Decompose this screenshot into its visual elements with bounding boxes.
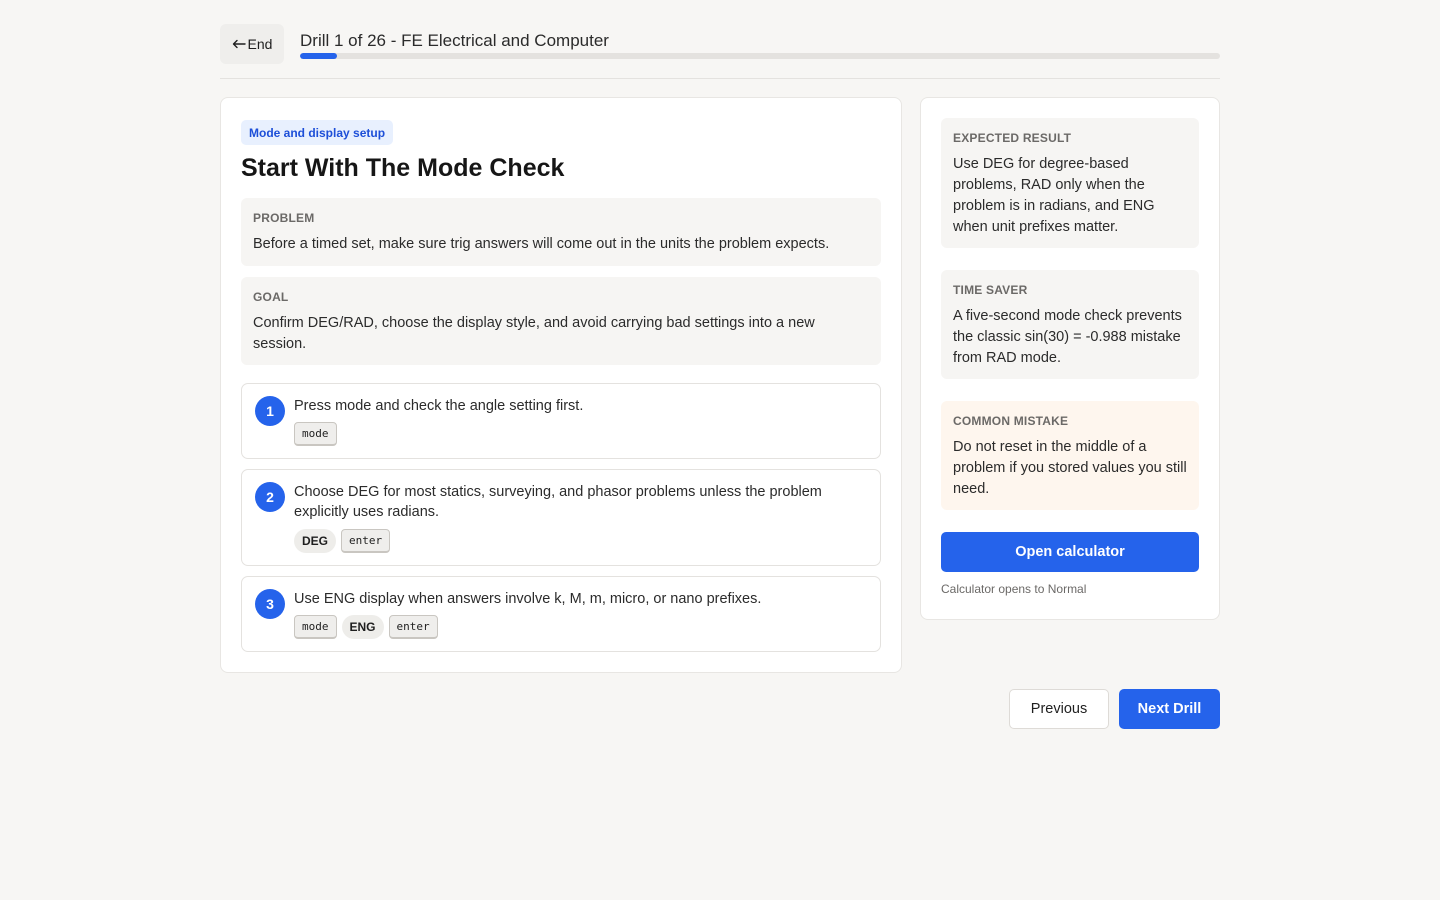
step-keys: mode bbox=[294, 422, 337, 446]
step-text: Use ENG display when answers involve k, … bbox=[294, 591, 762, 607]
previous-button[interactable]: Previous bbox=[1009, 689, 1109, 729]
time-saver-text: A five-second mode check prevents the cl… bbox=[953, 308, 1182, 366]
divider bbox=[220, 78, 1220, 79]
expected-result-box: EXPECTED RESULT Use DEG for degree-based… bbox=[941, 118, 1199, 248]
top-bar: End Drill 1 of 26 - FE Electrical and Co… bbox=[220, 24, 1220, 64]
progress-bar bbox=[300, 53, 1220, 59]
problem-box: PROBLEM Before a timed set, make sure tr… bbox=[241, 198, 881, 266]
goal-label: GOAL bbox=[253, 290, 289, 304]
key-deg: DEG bbox=[294, 529, 337, 553]
step-keys: mode ENG enter bbox=[294, 615, 438, 639]
problem-label: PROBLEM bbox=[253, 211, 315, 225]
end-button[interactable]: End bbox=[220, 24, 284, 64]
expected-result-label: EXPECTED RESULT bbox=[953, 131, 1072, 145]
step-number: 2 bbox=[255, 482, 285, 512]
step-keys: DEG enter bbox=[294, 529, 391, 553]
key-mode: mode bbox=[294, 422, 337, 446]
goal-text: Confirm DEG/RAD, choose the display styl… bbox=[253, 315, 815, 352]
key-eng: ENG bbox=[341, 615, 384, 639]
key-mode: mode bbox=[294, 615, 337, 639]
time-saver-label: TIME SAVER bbox=[953, 283, 1028, 297]
problem-text: Before a timed set, make sure trig answe… bbox=[253, 236, 830, 252]
calculator-note: Calculator opens to Normal bbox=[941, 582, 1087, 596]
goal-box: GOAL Confirm DEG/RAD, choose the display… bbox=[241, 277, 881, 365]
step-3: 3 Use ENG display when answers involve k… bbox=[241, 576, 881, 652]
arrow-left-icon bbox=[232, 36, 246, 52]
key-enter: enter bbox=[341, 529, 391, 553]
category-tag: Mode and display setup bbox=[241, 120, 394, 145]
drill-card: Mode and display setup Start With The Mo… bbox=[220, 97, 902, 673]
step-number: 1 bbox=[255, 396, 285, 426]
next-drill-button[interactable]: Next Drill bbox=[1119, 689, 1220, 729]
common-mistake-text: Do not reset in the middle of a problem … bbox=[953, 439, 1187, 497]
step-1: 1 Press mode and check the angle setting… bbox=[241, 383, 881, 459]
tips-card: EXPECTED RESULT Use DEG for degree-based… bbox=[920, 97, 1220, 620]
expected-result-text: Use DEG for degree-based problems, RAD o… bbox=[953, 156, 1155, 235]
drill-title: Drill 1 of 26 - FE Electrical and Comput… bbox=[300, 31, 609, 50]
step-2: 2 Choose DEG for most statics, surveying… bbox=[241, 469, 881, 566]
end-label: End bbox=[247, 36, 273, 52]
drill-heading: Start With The Mode Check bbox=[241, 154, 565, 182]
key-enter: enter bbox=[388, 615, 438, 639]
step-text: Press mode and check the angle setting f… bbox=[294, 398, 584, 414]
time-saver-box: TIME SAVER A five-second mode check prev… bbox=[941, 270, 1199, 379]
progress-fill bbox=[300, 53, 337, 59]
common-mistake-box: COMMON MISTAKE Do not reset in the middl… bbox=[941, 401, 1199, 510]
common-mistake-label: COMMON MISTAKE bbox=[953, 414, 1069, 428]
step-number: 3 bbox=[255, 589, 285, 619]
open-calculator-button[interactable]: Open calculator bbox=[941, 532, 1199, 572]
step-text: Choose DEG for most statics, surveying, … bbox=[294, 484, 822, 520]
